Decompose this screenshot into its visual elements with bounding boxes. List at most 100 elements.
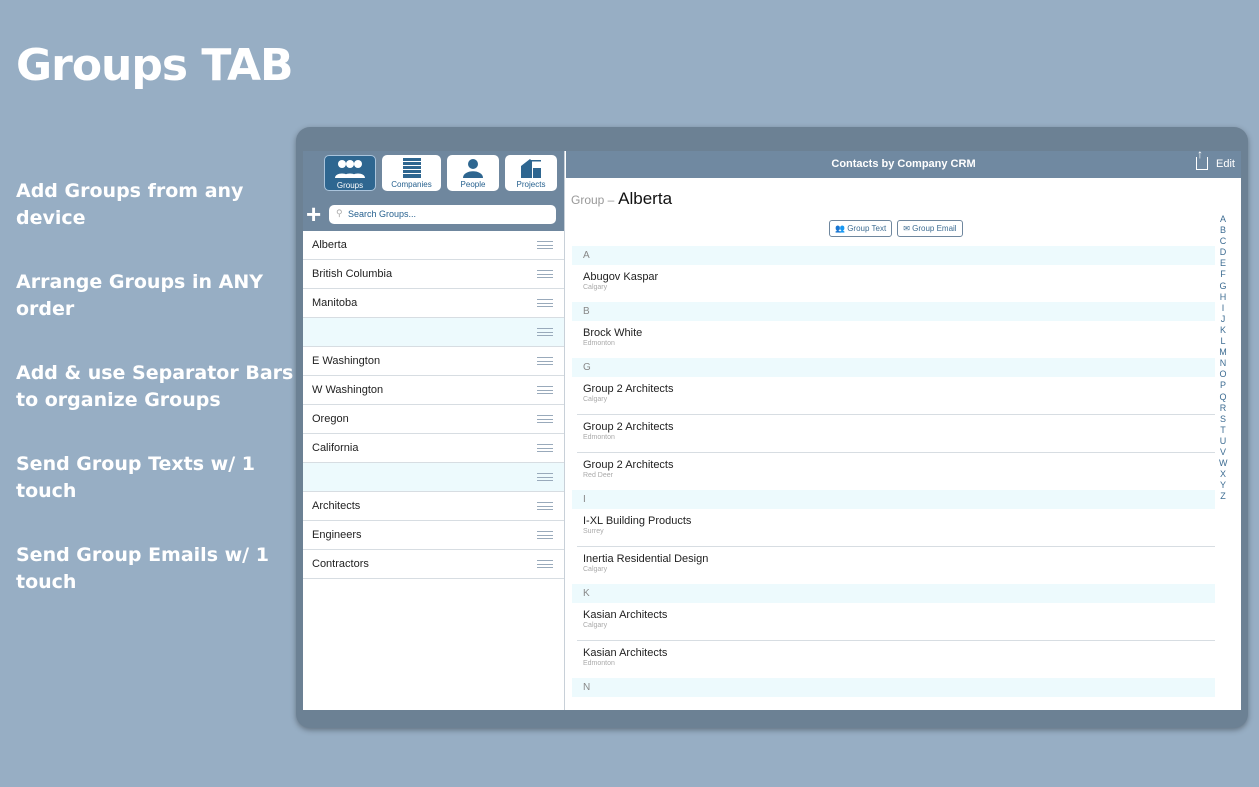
index-letter[interactable]: R	[1219, 403, 1227, 414]
groups-panel: Groups Companies People Projects + ⚲ Sear…	[303, 151, 565, 710]
index-letter[interactable]: I	[1219, 303, 1227, 314]
index-letter[interactable]: G	[1219, 281, 1227, 292]
group-row[interactable]: E Washington	[303, 347, 564, 376]
index-letter[interactable]: L	[1219, 336, 1227, 347]
reorder-handle-icon[interactable]	[537, 473, 553, 481]
index-letter[interactable]: J	[1219, 314, 1227, 325]
tab-groups[interactable]: Groups	[324, 155, 376, 191]
contact-row[interactable]: Group 2 Architects Edmonton	[577, 415, 1215, 453]
index-letter[interactable]: Q	[1219, 392, 1227, 403]
group-row[interactable]: British Columbia	[303, 260, 564, 289]
group-text-button[interactable]: 👥 Group Text	[829, 220, 893, 237]
reorder-handle-icon[interactable]	[537, 357, 553, 365]
group-label: California	[312, 442, 359, 454]
group-row[interactable]: Alberta	[303, 231, 564, 260]
group-prefix: Group –	[571, 193, 615, 207]
index-letter[interactable]: W	[1219, 458, 1228, 469]
search-groups-input[interactable]: ⚲ Search Groups...	[329, 205, 556, 224]
reorder-handle-icon[interactable]	[537, 560, 553, 568]
alphabet-index[interactable]: ABCDEFGHIJKLMNOPQRSTUVWXYZ	[1219, 214, 1228, 502]
index-letter[interactable]: H	[1219, 292, 1227, 303]
index-letter[interactable]: K	[1219, 325, 1227, 336]
index-letter[interactable]: D	[1219, 247, 1227, 258]
section-header: I	[572, 490, 1215, 509]
feature-bullet: Send Group Emails w/ 1 touch	[16, 544, 269, 593]
index-letter[interactable]: S	[1219, 414, 1227, 425]
index-letter[interactable]: O	[1219, 369, 1227, 380]
reorder-handle-icon[interactable]	[537, 241, 553, 249]
index-letter[interactable]: C	[1219, 236, 1227, 247]
add-group-button[interactable]: +	[306, 201, 321, 227]
share-icon[interactable]	[1196, 151, 1208, 170]
tab-people[interactable]: People	[447, 155, 499, 191]
group-row[interactable]: Oregon	[303, 405, 564, 434]
contact-row[interactable]: Inertia Residential Design Calgary	[577, 547, 1215, 584]
person-icon	[463, 159, 483, 178]
app-title: Contacts by Company CRM	[831, 158, 976, 170]
tab-bar: Groups Companies People Projects	[324, 155, 557, 191]
index-letter[interactable]: Y	[1219, 480, 1227, 491]
edit-button[interactable]: Edit	[1216, 151, 1235, 178]
section-header: N	[572, 678, 1215, 697]
reorder-handle-icon[interactable]	[537, 531, 553, 539]
group-row[interactable]: Contractors	[303, 550, 564, 579]
index-letter[interactable]: B	[1219, 225, 1227, 236]
reorder-handle-icon[interactable]	[537, 299, 553, 307]
index-letter[interactable]: V	[1219, 447, 1227, 458]
group-title: Group – Alberta	[571, 189, 672, 209]
contact-name: Inertia Residential Design	[583, 553, 709, 565]
index-letter[interactable]: E	[1219, 258, 1227, 269]
contact-row[interactable]: Kasian Architects Edmonton	[577, 641, 1215, 678]
contact-row[interactable]: Kasian Architects Calgary	[577, 603, 1215, 641]
index-letter[interactable]: T	[1219, 425, 1227, 436]
feature-list: Add Groups from any device Arrange Group…	[16, 178, 296, 633]
contact-name: Abugov Kaspar	[583, 271, 659, 283]
index-letter[interactable]: N	[1219, 358, 1227, 369]
contact-row[interactable]: Brock White Edmonton	[577, 321, 1215, 358]
contact-row[interactable]: Abugov Kaspar Calgary	[577, 265, 1215, 302]
tab-companies[interactable]: Companies	[382, 155, 441, 191]
reorder-handle-icon[interactable]	[537, 502, 553, 510]
envelope-icon: ✉	[903, 224, 910, 233]
separator-bar[interactable]	[303, 318, 564, 347]
contact-name: Kasian Architects	[583, 647, 668, 659]
group-label: British Columbia	[312, 268, 393, 280]
contact-name: Kasian Architects	[583, 609, 668, 621]
contact-city: Edmonton	[583, 660, 615, 667]
index-letter[interactable]: Z	[1219, 491, 1227, 502]
group-row[interactable]: W Washington	[303, 376, 564, 405]
reorder-handle-icon[interactable]	[537, 270, 553, 278]
button-label: Group Text	[847, 224, 887, 233]
contact-row[interactable]: Group 2 Architects Calgary	[577, 377, 1215, 415]
index-letter[interactable]: A	[1219, 214, 1227, 225]
contact-city: Calgary	[583, 284, 608, 291]
search-icon: ⚲	[336, 208, 343, 218]
index-letter[interactable]: F	[1219, 269, 1227, 280]
contact-name: Brock White	[583, 327, 643, 339]
group-email-button[interactable]: ✉ Group Email	[897, 220, 963, 237]
reorder-handle-icon[interactable]	[537, 386, 553, 394]
index-letter[interactable]: P	[1219, 380, 1227, 391]
separator-bar[interactable]	[303, 463, 564, 492]
contact-city: Calgary	[583, 622, 608, 629]
group-row[interactable]: Manitoba	[303, 289, 564, 318]
group-row[interactable]: California	[303, 434, 564, 463]
contact-city: Calgary	[583, 396, 608, 403]
contact-row[interactable]: Group 2 Architects Red Deer	[577, 453, 1215, 490]
group-row[interactable]: Engineers	[303, 521, 564, 550]
index-letter[interactable]: U	[1219, 436, 1227, 447]
reorder-handle-icon[interactable]	[537, 328, 553, 336]
tab-label: Projects	[516, 180, 546, 189]
group-label: Contractors	[312, 558, 369, 570]
index-letter[interactable]: X	[1219, 469, 1227, 480]
index-letter[interactable]: M	[1219, 347, 1227, 358]
group-row[interactable]: Architects	[303, 492, 564, 521]
contact-name: Group 2 Architects	[583, 421, 674, 433]
contact-row[interactable]: I-XL Building Products Surrey	[577, 509, 1215, 547]
section-header: K	[572, 584, 1215, 603]
group-label: Engineers	[312, 529, 362, 541]
reorder-handle-icon[interactable]	[537, 444, 553, 452]
tab-projects[interactable]: Projects	[505, 155, 557, 191]
reorder-handle-icon[interactable]	[537, 415, 553, 423]
section-header: A	[572, 246, 1215, 265]
